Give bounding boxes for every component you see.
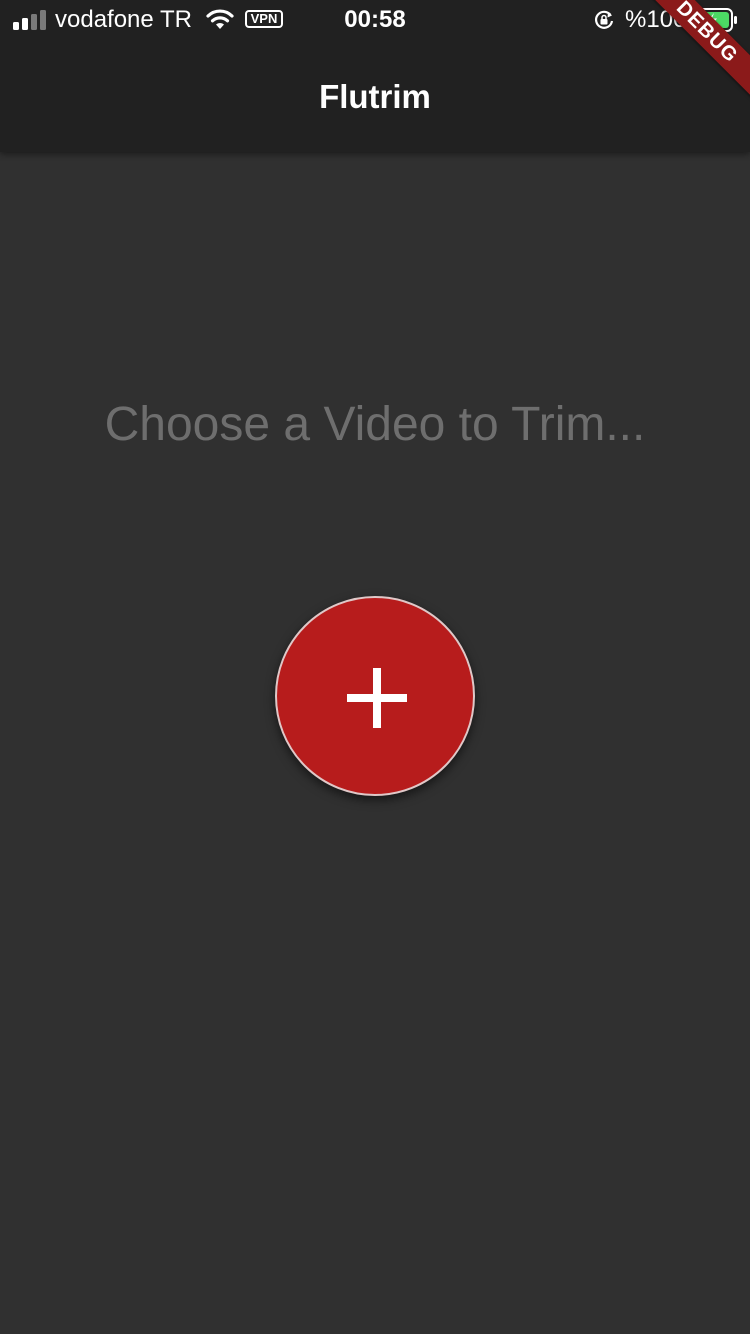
status-bar: vodafone TR VPN 00:58 %100 <box>0 0 750 40</box>
choose-video-prompt: Choose a Video to Trim... <box>104 398 646 451</box>
add-video-button[interactable] <box>275 596 475 796</box>
app-title: Flutrim <box>319 78 431 115</box>
app-bar: vodafone TR VPN 00:58 %100 Flutrim <box>0 0 750 152</box>
app-screen: vodafone TR VPN 00:58 %100 Flutrim DEBUG… <box>0 0 750 1334</box>
rotation-lock-icon <box>595 10 614 29</box>
plus-icon <box>347 668 407 728</box>
